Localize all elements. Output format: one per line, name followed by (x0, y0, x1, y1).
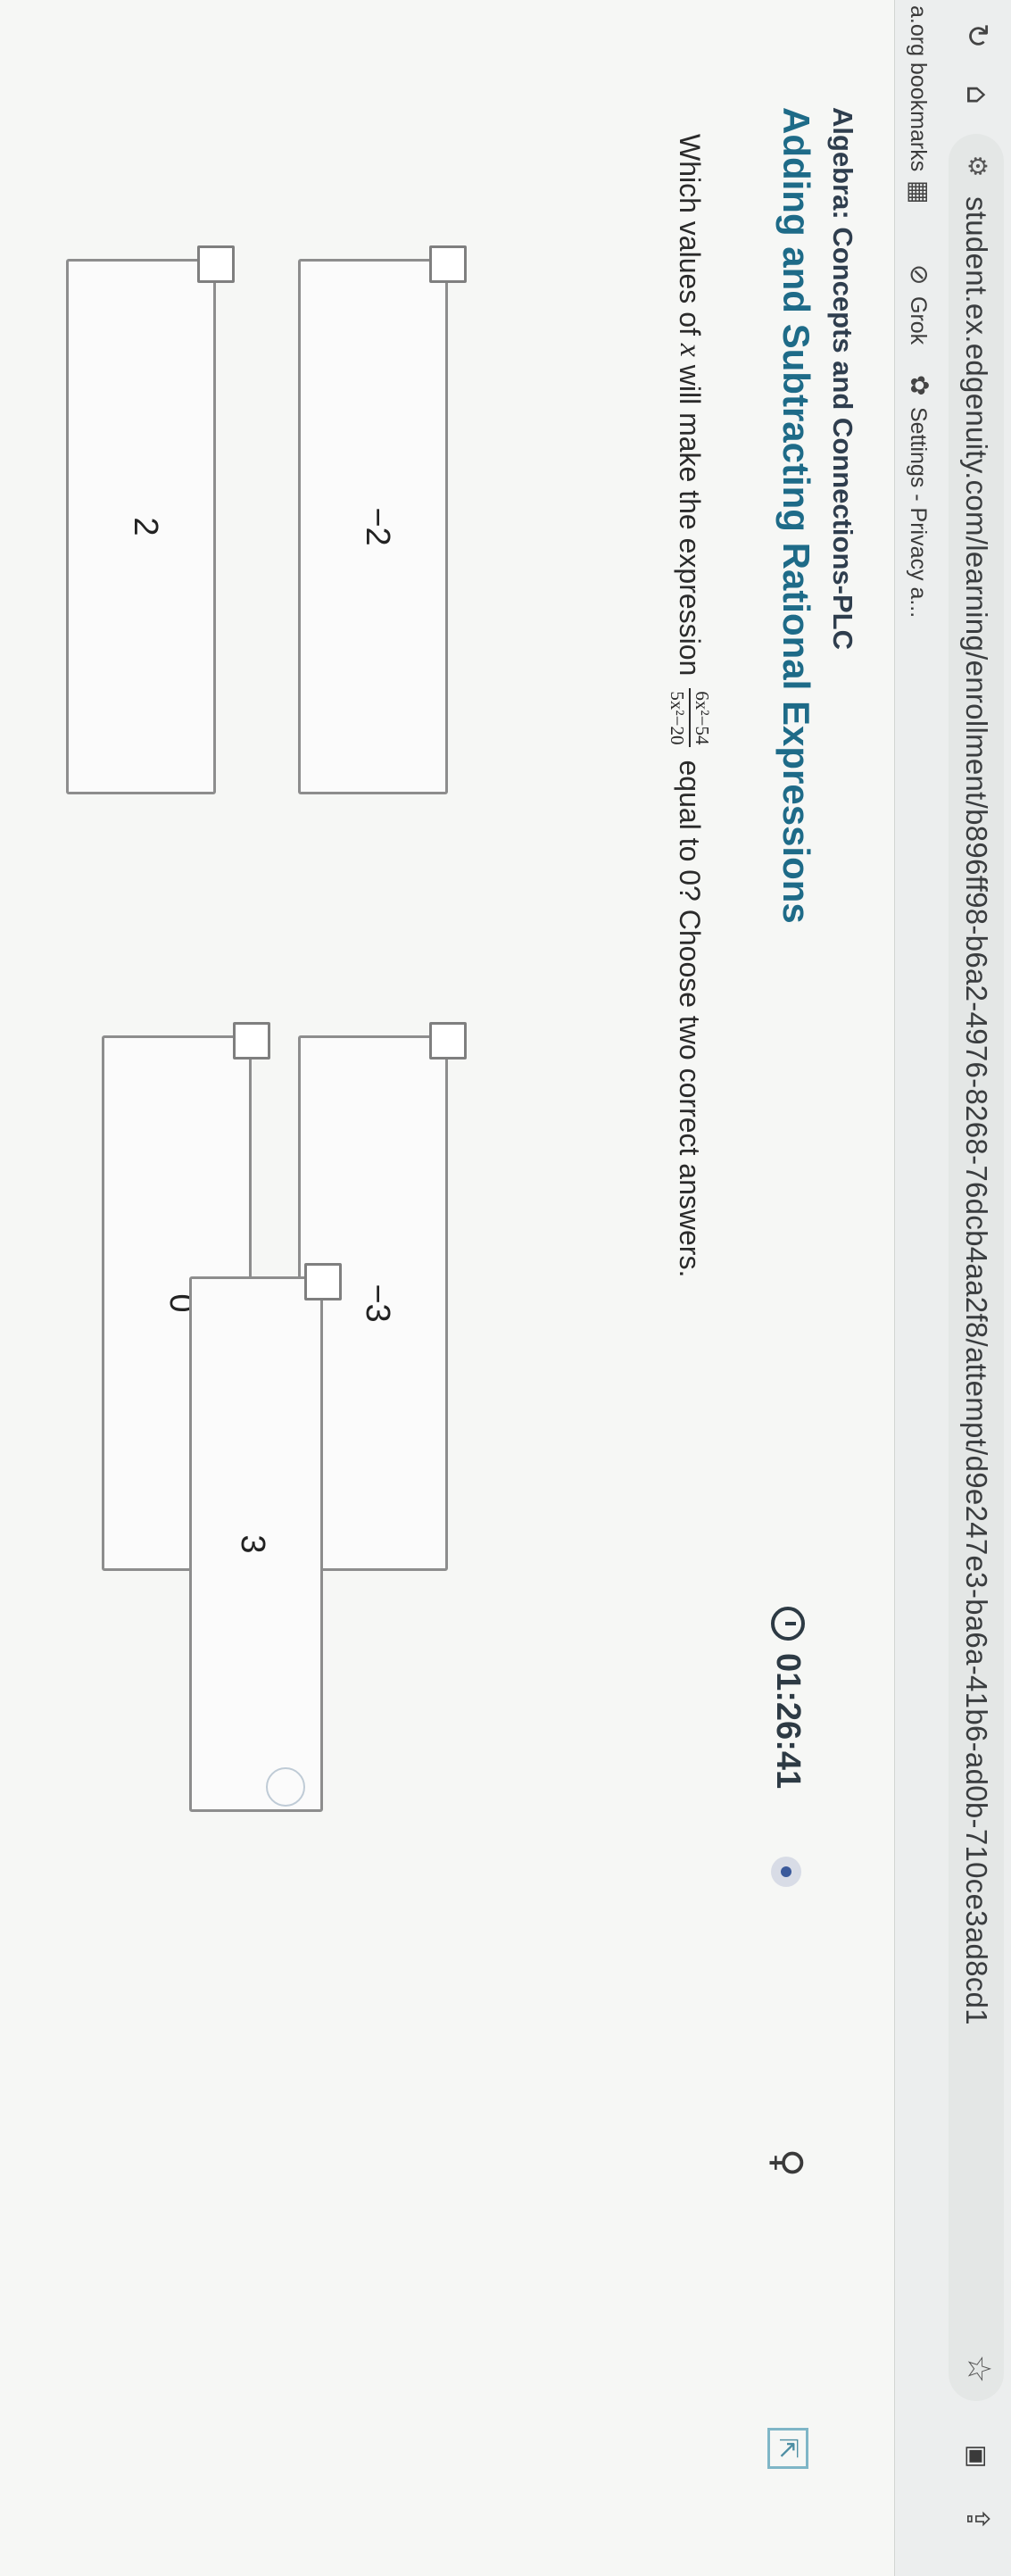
answer-label: −2 (359, 507, 396, 546)
lesson-title: Adding and Subtracting Rational Expressi… (775, 107, 817, 924)
answer-option[interactable]: −2 (298, 245, 467, 794)
bookmark-settings[interactable]: Settings - Privacy a... (905, 407, 931, 618)
screen: ↻ ⌂ ⚙ student.ex.edgenuity.com/learning/… (0, 0, 1011, 2576)
gear-icon[interactable]: ✿ (905, 375, 934, 395)
site-settings-icon[interactable]: ⚙ (959, 148, 995, 184)
browser-toolbar: ↻ ⌂ ⚙ student.ex.edgenuity.com/learning/… (941, 0, 1011, 2576)
apps-grid-icon[interactable]: ▦ (905, 180, 934, 204)
expression-numerator: 6x²−54 (688, 688, 713, 748)
answer-checkbox[interactable] (233, 1022, 270, 1059)
answer-checkbox[interactable] (429, 1022, 467, 1059)
address-bar[interactable]: ⚙ student.ex.edgenuity.com/learning/enro… (949, 134, 1004, 2401)
answer-option[interactable]: 2 (66, 245, 235, 794)
expression-denominator: 5x²−20 (666, 691, 688, 745)
bookmark-grok[interactable]: Grok (905, 296, 931, 345)
answer-checkbox[interactable] (429, 245, 467, 283)
status-indicator (771, 1857, 801, 1887)
timer-value: 01:26:41 (769, 1653, 807, 1790)
share-icon[interactable]: ⇪ (957, 2499, 997, 2539)
extension-icon[interactable]: ▣ (957, 2437, 997, 2476)
lightbulb-icon[interactable]: ♀ (762, 2142, 812, 2183)
question-suffix: equal to 0? Choose two correct answers. (674, 760, 707, 1278)
bookmarks-bar: a.org bookmarks ▦ ⊘ Grok ✿ Settings - Pr… (894, 0, 941, 2576)
lesson-page: Algebra: Concepts and Connections-PLC Ad… (0, 0, 894, 2576)
question-prompt: Which values of x will make the expressi… (666, 134, 713, 1278)
course-title: Algebra: Concepts and Connections-PLC (827, 107, 858, 650)
question-variable: x (673, 343, 707, 357)
question-prefix: Which values of (674, 134, 707, 336)
answer-checkbox[interactable] (197, 245, 235, 283)
answer-label: −3 (359, 1284, 396, 1323)
clock-icon (771, 1607, 805, 1641)
home-icon[interactable]: ⌂ (957, 75, 997, 114)
expand-icon[interactable]: ⇱ (767, 2428, 808, 2469)
answer-label: 3 (234, 1534, 271, 1554)
answer-option[interactable]: 3 (189, 1263, 342, 1812)
bookmark-star-icon[interactable]: ☆ (960, 2355, 997, 2383)
grok-icon[interactable]: ⊘ (905, 264, 934, 285)
cursor-ring (266, 1767, 305, 1807)
question-middle: will make the expression (674, 364, 707, 677)
reload-icon[interactable]: ↻ (957, 16, 997, 55)
answer-checkbox[interactable] (304, 1263, 342, 1300)
answer-label: 2 (127, 517, 164, 536)
rational-expression: 6x²−54 5x²−20 (666, 688, 713, 748)
url-text: student.ex.edgenuity.com/learning/enroll… (960, 196, 993, 2025)
bookmark-org[interactable]: a.org bookmarks (905, 5, 931, 171)
